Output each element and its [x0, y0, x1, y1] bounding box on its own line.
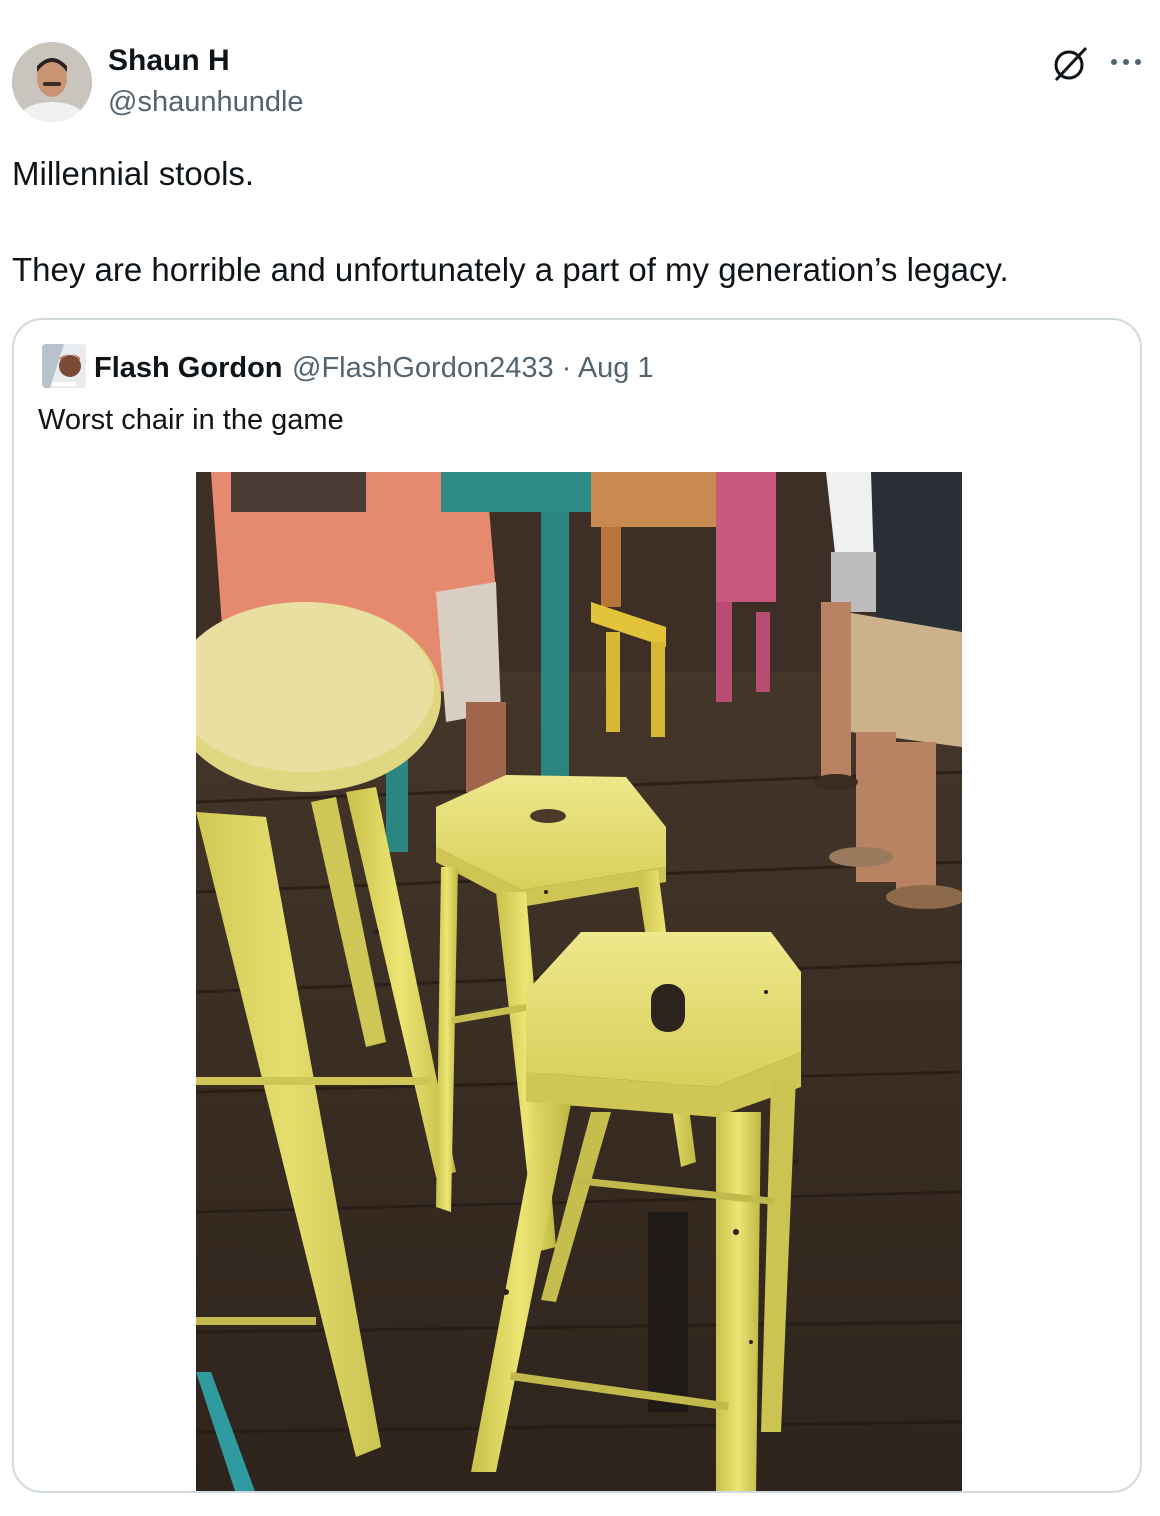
- stools-photo: [196, 472, 962, 1491]
- quote-date[interactable]: Aug 1: [578, 352, 654, 384]
- quote-photo[interactable]: [196, 472, 962, 1491]
- quote-text: Worst chair in the game: [38, 404, 344, 436]
- author-name[interactable]: Shaun H: [108, 44, 230, 78]
- tweet-line-1: Millennial stools.: [12, 155, 255, 192]
- more-icon[interactable]: [1108, 46, 1144, 76]
- author-handle[interactable]: @shaunhundle: [108, 86, 304, 119]
- grok-icon[interactable]: [1050, 44, 1090, 84]
- quote-author-avatar[interactable]: [42, 344, 86, 388]
- author-avatar[interactable]: [12, 42, 92, 122]
- meta-separator: ·: [561, 352, 572, 384]
- tweet-text: Millennial stools. They are horrible and…: [12, 150, 1132, 294]
- quoted-tweet[interactable]: Flash Gordon @FlashGordon2433 · Aug 1 Wo…: [12, 318, 1142, 1493]
- quote-meta: @FlashGordon2433 · Aug 1: [292, 352, 654, 385]
- tweet-line-2: They are horrible and unfortunately a pa…: [12, 251, 1009, 288]
- quote-author-name[interactable]: Flash Gordon: [94, 352, 283, 385]
- avatar-image: [12, 42, 92, 122]
- quote-author-handle[interactable]: @FlashGordon2433: [292, 352, 554, 384]
